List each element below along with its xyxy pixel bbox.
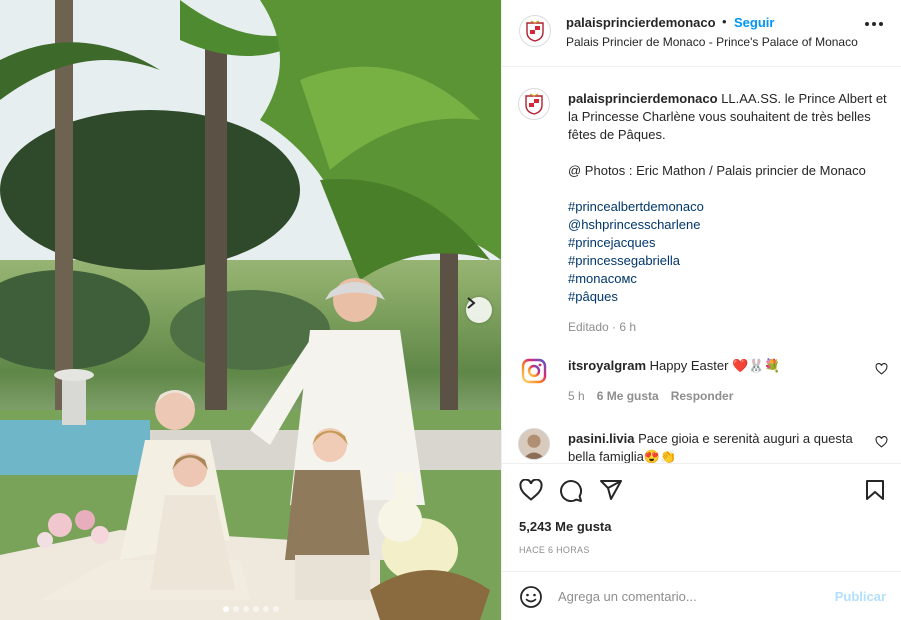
comments-list[interactable]: palaisprincierdemonaco LL.AA.SS. le Prin… [502,68,901,463]
user-photo-icon [519,429,549,459]
carousel-dot [242,606,249,612]
post-actions: 5,243 Me gusta HACE 6 HORAS [502,463,901,571]
more-options-icon[interactable] [865,22,883,26]
post-photo[interactable] [0,0,501,620]
comment-input[interactable] [558,586,818,606]
post-side-panel: palaisprincierdemonaco • Seguir Palais P… [501,0,901,620]
hashtag-link[interactable]: #princessegabriella [568,252,898,270]
save-bookmark-icon[interactable] [865,479,885,501]
comment-username[interactable]: pasini.livia [568,431,634,446]
caption-credits: @ Photos : Eric Mathon / Palais princier… [568,163,866,178]
comment-meta: 5 h 6 Me gusta Responder [568,389,733,403]
commenter-avatar[interactable] [518,428,550,460]
carousel-dot [262,606,269,612]
caption-body: palaisprincierdemonaco LL.AA.SS. le Prin… [568,90,898,336]
account-avatar[interactable] [519,15,551,47]
account-username[interactable]: palaisprincierdemonaco [566,15,716,30]
share-paper-plane-icon[interactable] [599,479,623,501]
comment-likes-count[interactable]: 6 Me gusta [597,389,659,403]
monaco-crest-icon [526,20,544,42]
instagram-logo-icon [521,358,547,384]
chevron-right-icon [467,297,476,309]
comment-username[interactable]: itsroyalgram [568,358,646,373]
carousel-dot [272,606,279,612]
carousel-dot [252,606,259,612]
comment-bubble-icon[interactable] [559,479,583,503]
comment-body: pasini.livia Pace gioia e serenità augur… [568,430,868,463]
commenter-avatar[interactable] [518,355,550,387]
follow-button[interactable]: Seguir [734,15,774,30]
hashtag-list: #princealbertdemonaco @hshprincesscharle… [568,198,898,306]
comment-like-icon[interactable] [875,436,888,448]
emoji-smiley-icon[interactable] [519,585,543,609]
carousel-dot [222,606,229,612]
caption-username[interactable]: palaisprincierdemonaco [568,91,718,106]
comment-text: Happy Easter ❤️🐰💐 [649,358,781,373]
post-timestamp[interactable]: HACE 6 HORAS [519,545,590,555]
family-photo-illustration [0,0,501,620]
mention-link[interactable]: @hshprincesscharlene [568,216,898,234]
comment-time: 5 h [568,389,585,403]
carousel-indicator [0,606,501,612]
monaco-crest-icon [525,93,543,115]
like-heart-icon[interactable] [519,479,543,501]
reply-button[interactable]: Responder [671,389,734,403]
caption-avatar[interactable] [518,88,550,120]
add-comment-bar: Publicar [502,571,901,620]
hashtag-link[interactable]: #princealbertdemonaco [568,198,898,216]
comment-body: itsroyalgram Happy Easter ❤️🐰💐 [568,357,868,375]
likes-count[interactable]: 5,243 Me gusta [519,519,612,534]
separator-dot: • [722,14,727,29]
hashtag-link[interactable]: #monacoмс [568,270,898,288]
carousel-dot [232,606,239,612]
comment-like-icon[interactable] [875,363,888,375]
caption-edited-time: Editado · 6 h [568,320,637,334]
hashtag-link[interactable]: #princejacques [568,234,898,252]
hashtag-link[interactable]: #pâques [568,288,898,306]
carousel-next-button[interactable] [466,297,492,323]
post-header: palaisprincierdemonaco • Seguir Palais P… [502,0,901,67]
post-location[interactable]: Palais Princier de Monaco - Prince's Pal… [566,35,858,49]
publish-button[interactable]: Publicar [835,589,886,604]
